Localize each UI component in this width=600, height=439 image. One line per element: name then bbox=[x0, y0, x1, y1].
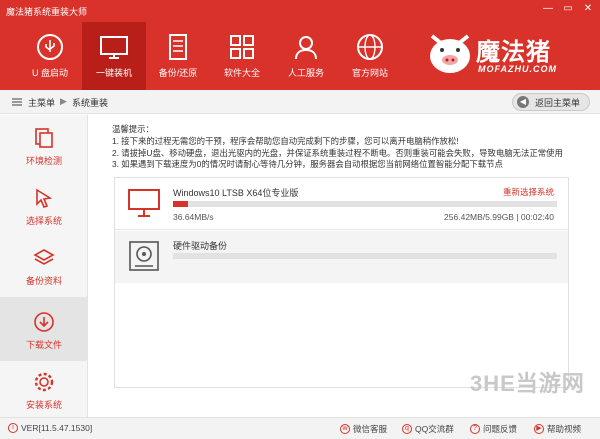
task-name: Windows10 LTSB X64位专业版 bbox=[173, 188, 299, 198]
nav-manual-service[interactable]: 人工服务 bbox=[274, 22, 338, 90]
task-name: 硬件驱动备份 bbox=[173, 241, 228, 251]
version-info: i VER[11.5.47.1530] bbox=[8, 423, 92, 433]
brand-logo: 魔法猪 MOFAZHU.COM bbox=[426, 26, 586, 82]
nav-software[interactable]: 软件大全 bbox=[210, 22, 274, 90]
hard-drive-icon bbox=[129, 241, 159, 271]
qq-group-link[interactable]: q QQ交流群 bbox=[402, 423, 454, 435]
nav-label: 官方网站 bbox=[351, 68, 388, 78]
version-text: VER[11.5.47.1530] bbox=[21, 423, 93, 433]
apps-grid-icon bbox=[230, 35, 254, 59]
task-panel: Windows10 LTSB X64位专业版 重新选择系统 36.64MB/s … bbox=[114, 177, 569, 388]
user-service-icon bbox=[295, 36, 317, 60]
nav-label: 一键装机 bbox=[95, 68, 132, 78]
menu-icon bbox=[12, 98, 22, 106]
sidebar-item-environment-check[interactable]: 环境检测 bbox=[0, 117, 88, 177]
progress-fill bbox=[173, 201, 189, 207]
watermark: 3HE当游网 bbox=[470, 366, 598, 396]
breadcrumb-current: 系统重装 bbox=[72, 98, 109, 108]
download-icon bbox=[34, 312, 54, 332]
backup-task: 硬件驱动备份 bbox=[115, 231, 568, 283]
feedback-link[interactable]: ? 问题反馈 bbox=[470, 423, 517, 435]
back-button-label: 返回主菜单 bbox=[535, 97, 581, 108]
nav-usb-boot[interactable]: U 盘启动 bbox=[18, 22, 82, 90]
wechat-icon: w bbox=[340, 424, 350, 434]
close-button[interactable]: ✕ bbox=[580, 3, 596, 14]
backup-icon bbox=[169, 34, 187, 60]
download-task: Windows10 LTSB X64位专业版 重新选择系统 36.64MB/s … bbox=[115, 178, 568, 230]
title-bar: 魔法猪系统重装大师 — ▭ ✕ U 盘启动 一键装机 备份/还原 软件大全 人工… bbox=[0, 0, 600, 90]
reselect-system-link[interactable]: 重新选择系统 bbox=[503, 186, 554, 198]
pig-mascot-icon bbox=[430, 34, 470, 73]
sidebar-item-download-files[interactable]: 下载文件 bbox=[0, 297, 88, 361]
wechat-service-link[interactable]: w 微信客服 bbox=[340, 423, 387, 435]
sidebar-item-backup-data[interactable]: 备份资料 bbox=[0, 237, 88, 297]
maximize-button[interactable]: ▭ bbox=[560, 3, 576, 14]
breadcrumb-separator-icon: ▶ bbox=[60, 96, 67, 106]
logo-text: 魔法猪 bbox=[476, 39, 551, 66]
monitor-icon bbox=[128, 189, 160, 217]
gear-icon bbox=[34, 372, 54, 392]
sidebar-label: 备份资料 bbox=[25, 276, 62, 286]
nav-label: U 盘启动 bbox=[31, 68, 68, 78]
logo-subtext: MOFAZHU.COM bbox=[478, 64, 557, 74]
step-sidebar: 环境检测 选择系统 备份资料 下载文件 安装系统 bbox=[0, 115, 88, 417]
breadcrumb-home[interactable]: 主菜单 bbox=[28, 96, 55, 109]
cursor-icon bbox=[36, 188, 53, 208]
status-bar: i VER[11.5.47.1530] w 微信客服 q QQ交流群 ? 问题反… bbox=[0, 417, 600, 439]
backup-progress-bar bbox=[173, 253, 557, 259]
back-to-main-button[interactable]: ◀ 返回主菜单 bbox=[512, 93, 590, 111]
nav-backup-restore[interactable]: 备份/还原 bbox=[146, 22, 210, 90]
environment-check-icon bbox=[35, 128, 53, 148]
monitor-icon bbox=[100, 36, 128, 59]
globe-icon bbox=[357, 34, 383, 60]
breadcrumb: 主菜单 ▶ 系统重装 ◀ 返回主菜单 bbox=[0, 90, 600, 114]
watermark-text: 3HE当游网 bbox=[470, 371, 585, 396]
layers-icon bbox=[33, 249, 55, 265]
nav-label: 备份/还原 bbox=[158, 68, 198, 78]
tips-heading: 温馨提示： bbox=[112, 124, 154, 134]
nav-label: 人工服务 bbox=[287, 68, 324, 78]
usb-icon bbox=[37, 34, 63, 60]
sidebar-label: 选择系统 bbox=[25, 216, 62, 226]
play-icon: ▶ bbox=[534, 424, 544, 434]
qq-icon: q bbox=[402, 424, 412, 434]
download-size-time: 256.42MB/5.99GB | 00:02:40 bbox=[444, 212, 554, 222]
sidebar-item-install-system[interactable]: 安装系统 bbox=[0, 361, 88, 421]
tips-box: 温馨提示： 1. 接下来的过程无需您的干预，程序会帮助您自动完成剩下的步骤，您可… bbox=[112, 124, 582, 171]
sidebar-label: 环境检测 bbox=[25, 156, 62, 166]
download-speed: 36.64MB/s bbox=[173, 212, 214, 222]
arrow-left-icon: ◀ bbox=[517, 96, 529, 108]
help-video-link[interactable]: ▶ 帮助视频 bbox=[534, 423, 581, 435]
download-progress-bar bbox=[173, 201, 557, 207]
nav-one-click-install[interactable]: 一键装机 bbox=[82, 22, 146, 90]
nav-official-site[interactable]: 官方网站 bbox=[338, 22, 402, 90]
feedback-icon: ? bbox=[470, 424, 480, 434]
nav-label: 软件大全 bbox=[223, 68, 260, 78]
app-title: 魔法猪系统重装大师 bbox=[6, 7, 88, 17]
minimize-button[interactable]: — bbox=[540, 3, 556, 14]
sidebar-item-select-system[interactable]: 选择系统 bbox=[0, 177, 88, 237]
info-icon: i bbox=[8, 423, 18, 433]
tips-line: 1. 接下来的过程无需您的干预，程序会帮助您自动完成剩下的步骤，您可以离开电脑稍… bbox=[112, 135, 459, 146]
sidebar-label: 下载文件 bbox=[25, 340, 62, 350]
main-nav: U 盘启动 一键装机 备份/还原 软件大全 人工服务 官方网站 bbox=[18, 22, 402, 90]
tips-line: 3. 如果遇到下载速度为0的情况时请耐心等待几分钟，服务器会自动根据您当前网络位… bbox=[112, 159, 503, 170]
tips-line: 2. 请拔掉U盘、移动硬盘，退出光驱内的光盘，并保证系统重装过程不断电。否则重装… bbox=[112, 147, 563, 158]
sidebar-label: 安装系统 bbox=[25, 400, 62, 410]
